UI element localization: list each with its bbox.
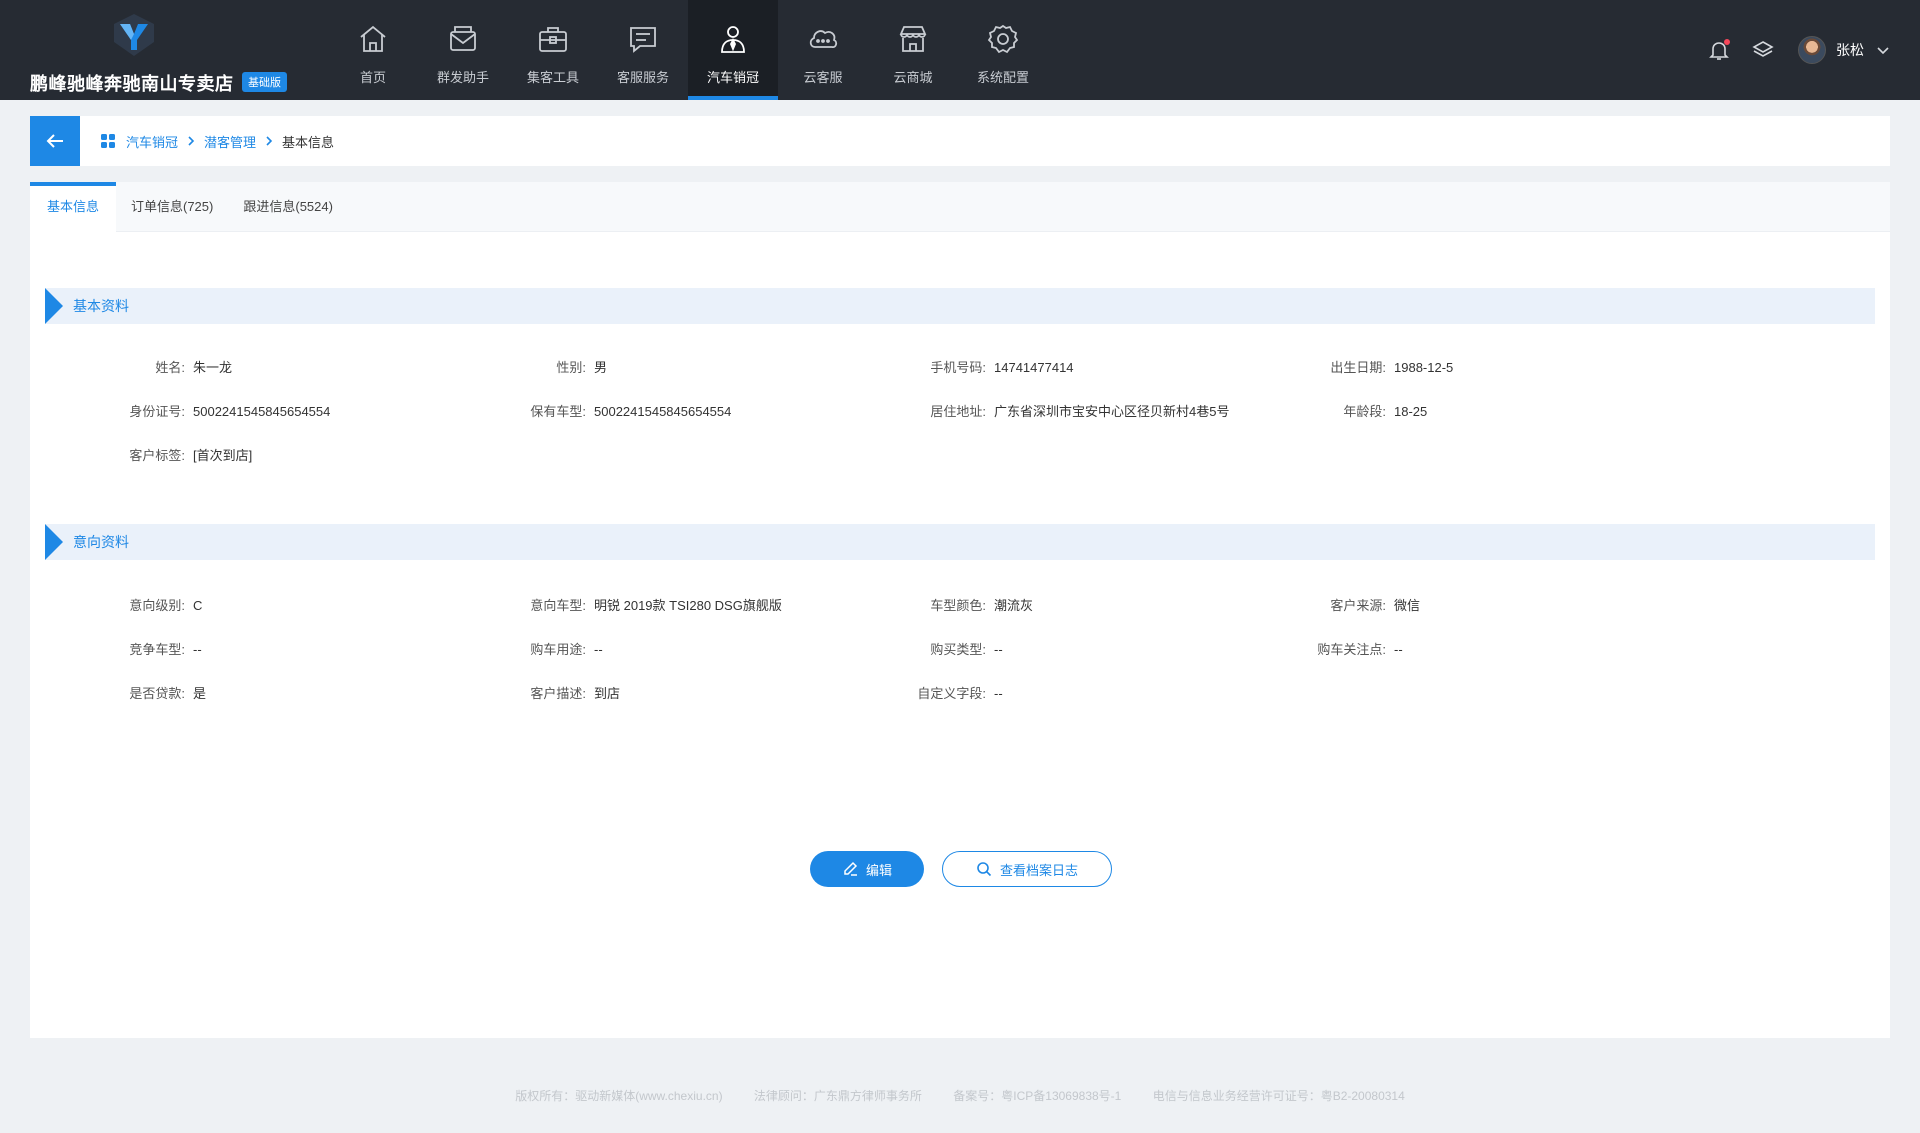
section-marker-icon bbox=[45, 524, 63, 560]
nav-item-mass-send[interactable]: 群发助手 bbox=[418, 0, 508, 100]
section-title: 基本资料 bbox=[73, 298, 129, 314]
top-navigation-bar: 鹏峰驰峰奔驰南山专卖店 基础版 首页 群发助手 集客工具 客服服务 汽车销冠 云… bbox=[0, 0, 1920, 100]
notification-dot bbox=[1724, 39, 1730, 45]
brand-name: 鹏峰驰峰奔驰南山专卖店 bbox=[30, 74, 234, 94]
nav-label: 客服服务 bbox=[616, 70, 669, 85]
chevron-right-icon bbox=[188, 136, 195, 146]
section-header-intent: 意向资料 bbox=[45, 524, 1875, 560]
home-icon bbox=[360, 25, 386, 52]
tab-follow-up-info[interactable]: 跟进信息(5524) bbox=[228, 182, 348, 232]
pencil-icon bbox=[844, 861, 858, 876]
grid-icon bbox=[101, 134, 115, 148]
nav-label: 系统配置 bbox=[976, 70, 1029, 85]
nav-item-customer-service[interactable]: 客服服务 bbox=[598, 0, 688, 100]
briefcase-icon bbox=[539, 27, 567, 52]
arrow-left-icon bbox=[46, 134, 63, 148]
nav-label: 云商城 bbox=[893, 70, 933, 85]
breadcrumb-link-lead-management[interactable]: 潜客管理 bbox=[204, 132, 256, 151]
footer-license: 电信与信息业务经营许可证号：粤B2-20080314 bbox=[1152, 1089, 1405, 1103]
store-icon bbox=[899, 26, 927, 52]
footer-copyright: 版权所有：驱动新媒体(www.chexiu.cn) bbox=[515, 1089, 723, 1103]
layers-icon bbox=[1752, 41, 1774, 57]
footer-legal-advisor: 法律顾问：广东鼎方律师事务所 bbox=[753, 1089, 922, 1103]
tab-basic-info[interactable]: 基本信息 bbox=[30, 182, 116, 232]
edition-badge: 基础版 bbox=[242, 72, 287, 92]
breadcrumb: 汽车销冠 潜客管理 基本信息 bbox=[100, 116, 334, 166]
breadcrumb-link-car-sales[interactable]: 汽车销冠 bbox=[126, 132, 178, 151]
view-log-button-label: 查看档案日志 bbox=[999, 862, 1078, 878]
section-title: 意向资料 bbox=[73, 534, 129, 550]
field-label: 自定义字段: bbox=[917, 686, 986, 701]
field-label: 购车关注点: bbox=[1317, 642, 1386, 657]
field-label: 客户标签: bbox=[129, 448, 185, 463]
nav-label: 集客工具 bbox=[526, 70, 579, 85]
main-nav: 首页 群发助手 集客工具 客服服务 汽车销冠 云客服 云商城 系统配置 bbox=[328, 0, 1048, 100]
mail-icon bbox=[450, 26, 476, 51]
avatar[interactable] bbox=[1798, 36, 1826, 64]
salesperson-icon bbox=[721, 26, 745, 53]
view-log-button[interactable]: 查看档案日志 bbox=[942, 851, 1112, 887]
field-label: 出生日期: bbox=[1330, 360, 1386, 375]
field-label: 年龄段: bbox=[1343, 404, 1386, 419]
chevron-down-icon[interactable] bbox=[1876, 43, 1890, 57]
nav-item-system-settings[interactable]: 系统配置 bbox=[958, 0, 1048, 100]
layers-button[interactable] bbox=[1752, 39, 1774, 61]
footer: 版权所有：驱动新媒体(www.chexiu.cn) 法律顾问：广东鼎方律师事务所… bbox=[0, 1087, 1920, 1104]
gear-icon bbox=[987, 24, 1019, 54]
nav-label: 首页 bbox=[359, 70, 386, 85]
nav-label: 群发助手 bbox=[436, 70, 489, 85]
nav-label: 汽车销冠 bbox=[706, 70, 759, 85]
user-name[interactable]: 张松 bbox=[1836, 40, 1864, 60]
notifications-button[interactable] bbox=[1708, 39, 1730, 61]
footer-icp: 备案号：粤ICP备13069838号-1 bbox=[953, 1089, 1122, 1103]
brand-logo-icon bbox=[114, 14, 154, 56]
nav-item-lead-tools[interactable]: 集客工具 bbox=[508, 0, 598, 100]
search-icon bbox=[977, 862, 992, 877]
tab-bar: 基本信息 订单信息(725) 跟进信息(5524) bbox=[30, 182, 1890, 232]
edit-button[interactable]: 编辑 bbox=[810, 851, 924, 887]
message-icon bbox=[630, 27, 656, 53]
breadcrumb-bar: 汽车销冠 潜客管理 基本信息 bbox=[30, 116, 1890, 166]
back-button[interactable] bbox=[30, 116, 80, 166]
brand[interactable]: 鹏峰驰峰奔驰南山专卖店 基础版 bbox=[30, 10, 300, 94]
tab-order-info[interactable]: 订单信息(725) bbox=[116, 182, 228, 232]
nav-item-cloud-mall[interactable]: 云商城 bbox=[868, 0, 958, 100]
cloud-chat-icon bbox=[809, 30, 838, 48]
nav-item-home[interactable]: 首页 bbox=[328, 0, 418, 100]
nav-item-cloud-service[interactable]: 云客服 bbox=[778, 0, 868, 100]
header-actions: 张松 bbox=[1686, 0, 1890, 100]
chevron-right-icon bbox=[266, 136, 273, 146]
nav-label: 云客服 bbox=[803, 70, 843, 85]
detail-card: 基本信息 订单信息(725) 跟进信息(5524) 基本资料 姓名: 朱一龙 性… bbox=[30, 182, 1890, 1038]
section-header-basic: 基本资料 bbox=[45, 288, 1875, 324]
nav-item-car-sales[interactable]: 汽车销冠 bbox=[688, 0, 778, 100]
section-marker-icon bbox=[45, 288, 63, 324]
edit-button-label: 编辑 bbox=[865, 862, 892, 878]
breadcrumb-current: 基本信息 bbox=[282, 134, 335, 150]
field-label: 客户来源: bbox=[1330, 598, 1386, 613]
